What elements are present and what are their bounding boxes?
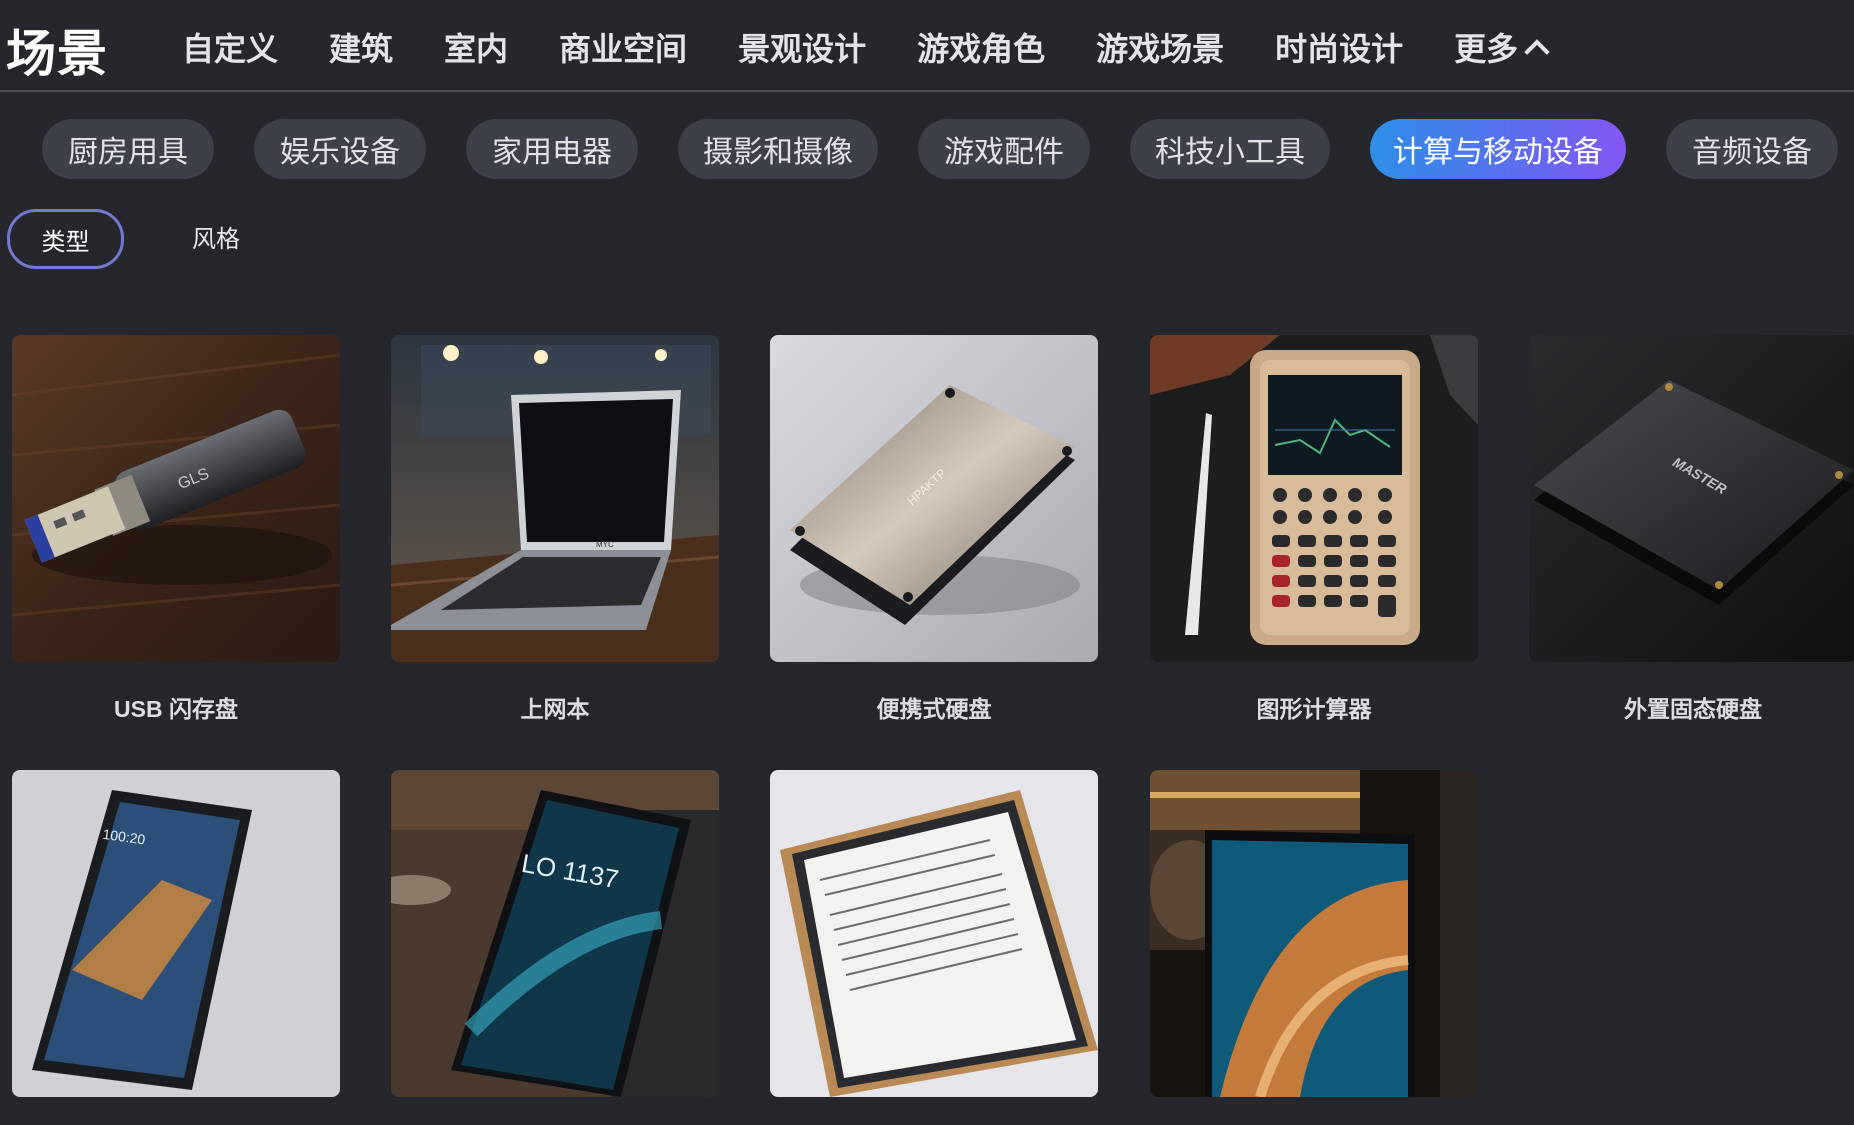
netbook-image: MYC bbox=[391, 335, 719, 662]
tablet-image: 100:20 bbox=[12, 770, 340, 1097]
nav-item-commercial[interactable]: 商业空间 bbox=[559, 24, 687, 70]
tab-style[interactable]: 风格 bbox=[185, 209, 247, 263]
chip-kitchen[interactable]: 厨房用具 bbox=[42, 119, 214, 179]
nav-more-label: 更多 bbox=[1454, 31, 1519, 67]
gallery-card-hdd[interactable]: HPAKTP 便携式硬盘 bbox=[770, 335, 1098, 724]
gallery-card-calculator[interactable]: 图形计算器 bbox=[1150, 335, 1478, 724]
nav-item-game-scene[interactable]: 游戏场景 bbox=[1096, 24, 1224, 70]
page-title: 场景 bbox=[6, 26, 108, 82]
chip-appliances[interactable]: 家用电器 bbox=[466, 119, 638, 179]
gallery-label: 图形计算器 bbox=[1256, 696, 1372, 722]
header-bar: 场景 自定义 建筑 室内 商业空间 景观设计 游戏角色 游戏场景 时尚设计 更多 bbox=[0, 0, 1854, 92]
gallery-card-ereader[interactable] bbox=[770, 770, 1098, 1125]
nav-item-architecture[interactable]: 建筑 bbox=[329, 24, 393, 70]
nav-more-button[interactable]: 更多 bbox=[1454, 24, 1550, 70]
gallery-card-phone[interactable]: LO 1137 bbox=[391, 770, 719, 1125]
chip-computing-mobile[interactable]: 计算与移动设备 bbox=[1370, 119, 1626, 179]
chevron-up-icon bbox=[1524, 39, 1550, 65]
tab-type[interactable]: 类型 bbox=[7, 209, 124, 269]
gallery-label: 外置固态硬盘 bbox=[1624, 696, 1762, 722]
chip-photography[interactable]: 摄影和摄像 bbox=[678, 119, 878, 179]
chip-gaming-accessories[interactable]: 游戏配件 bbox=[918, 119, 1090, 179]
usb-flash-drive-image: GLS bbox=[12, 335, 340, 662]
netbook-brand-text: MYC bbox=[596, 540, 614, 549]
chip-audio[interactable]: 音频设备 bbox=[1666, 119, 1838, 179]
smartphone-image: LO 1137 bbox=[391, 770, 719, 1097]
gallery-card-tablet[interactable]: 100:20 bbox=[12, 770, 340, 1125]
top-nav: 自定义 建筑 室内 商业空间 景观设计 游戏角色 游戏场景 时尚设计 更多 bbox=[182, 24, 1597, 70]
gallery-card-usb[interactable]: GLS USB 闪存盘 bbox=[12, 335, 340, 724]
laptop-image bbox=[1150, 770, 1478, 1097]
nav-item-custom[interactable]: 自定义 bbox=[182, 24, 278, 70]
nav-item-interior[interactable]: 室内 bbox=[444, 24, 508, 70]
nav-item-landscape[interactable]: 景观设计 bbox=[738, 24, 866, 70]
e-reader-image bbox=[770, 770, 1098, 1097]
graphing-calculator-image bbox=[1150, 335, 1478, 662]
category-chips: 厨房用具 娱乐设备 家用电器 摄影和摄像 游戏配件 科技小工具 计算与移动设备 … bbox=[0, 119, 1854, 181]
external-ssd-image: MASTER bbox=[1529, 335, 1854, 662]
gallery-label: 便携式硬盘 bbox=[876, 696, 992, 722]
gallery-label: USB 闪存盘 bbox=[114, 696, 238, 722]
chip-tech-gadgets[interactable]: 科技小工具 bbox=[1130, 119, 1330, 179]
gallery-label: 上网本 bbox=[520, 696, 590, 722]
nav-item-fashion[interactable]: 时尚设计 bbox=[1275, 24, 1403, 70]
gallery-card-laptop[interactable] bbox=[1150, 770, 1478, 1125]
gallery-card-ssd[interactable]: MASTER 外置固态硬盘 bbox=[1529, 335, 1854, 724]
chip-entertainment[interactable]: 娱乐设备 bbox=[254, 119, 426, 179]
gallery-card-netbook[interactable]: MYC 上网本 bbox=[391, 335, 719, 724]
nav-item-game-character[interactable]: 游戏角色 bbox=[917, 24, 1045, 70]
portable-hard-drive-image: HPAKTP bbox=[770, 335, 1098, 662]
